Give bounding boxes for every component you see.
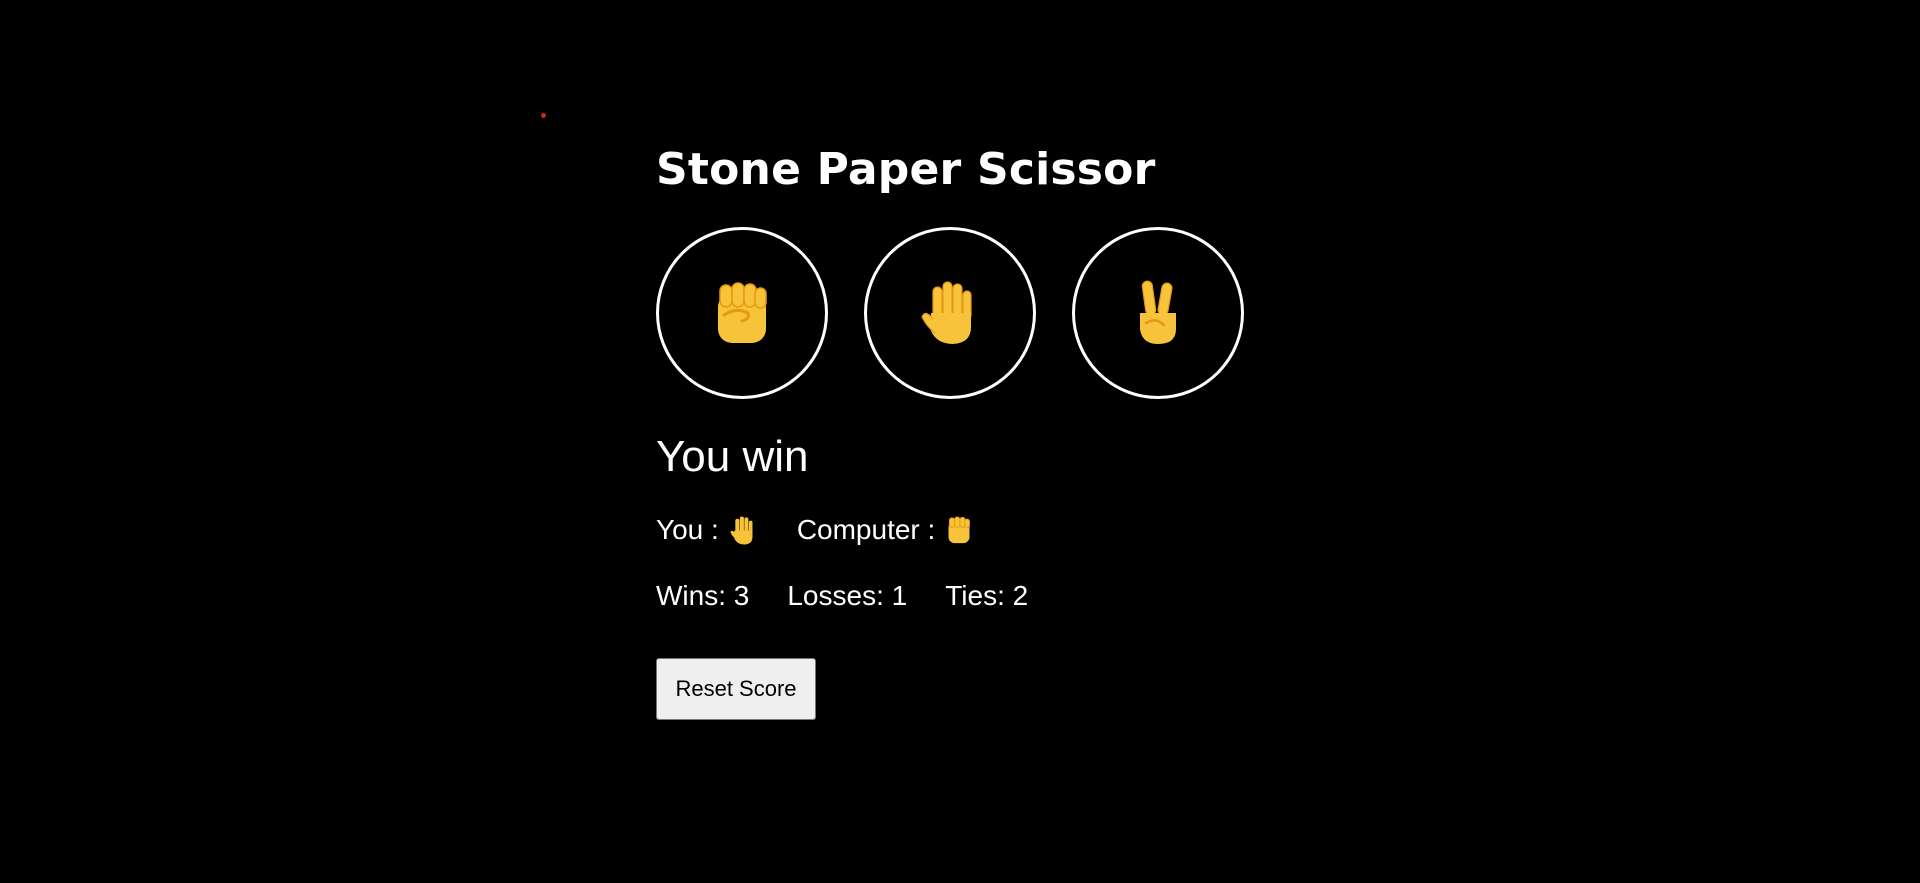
computer-move-label: Computer : (796, 514, 936, 545)
game-container: Stone Paper Scissor You win You: Comput… (656, 140, 1356, 720)
page-title: Stone Paper Scissor (656, 144, 1156, 195)
paper-button[interactable] (864, 227, 1036, 399)
stone-button[interactable] (656, 227, 828, 399)
raised-hand-icon (730, 516, 753, 544)
ties-count: Ties: 2 (945, 580, 1029, 611)
wins-count: Wins: 3 (656, 580, 750, 611)
score-row: Wins: 3 Losses: 1 Ties: 2 (656, 577, 1356, 615)
computer-move: Computer : (797, 511, 974, 549)
raised-fist-icon (948, 516, 971, 544)
app-page: Stone Paper Scissor You win You: Comput… (0, 0, 1920, 883)
victory-hand-icon (1140, 280, 1176, 344)
player-move-label: You : (656, 514, 719, 545)
raised-hand-icon (921, 281, 972, 344)
player-move: You : (656, 511, 757, 549)
scissor-button[interactable] (1072, 227, 1244, 399)
losses-count: Losses: 1 (787, 580, 908, 611)
choices-row (656, 227, 1356, 399)
reset-score-button[interactable]: Reset Score (656, 658, 816, 720)
raised-fist-icon (718, 282, 767, 343)
result-text: You win (656, 432, 809, 481)
cursor-dot (541, 113, 546, 118)
moves-row: You : Computer : (656, 511, 1356, 549)
